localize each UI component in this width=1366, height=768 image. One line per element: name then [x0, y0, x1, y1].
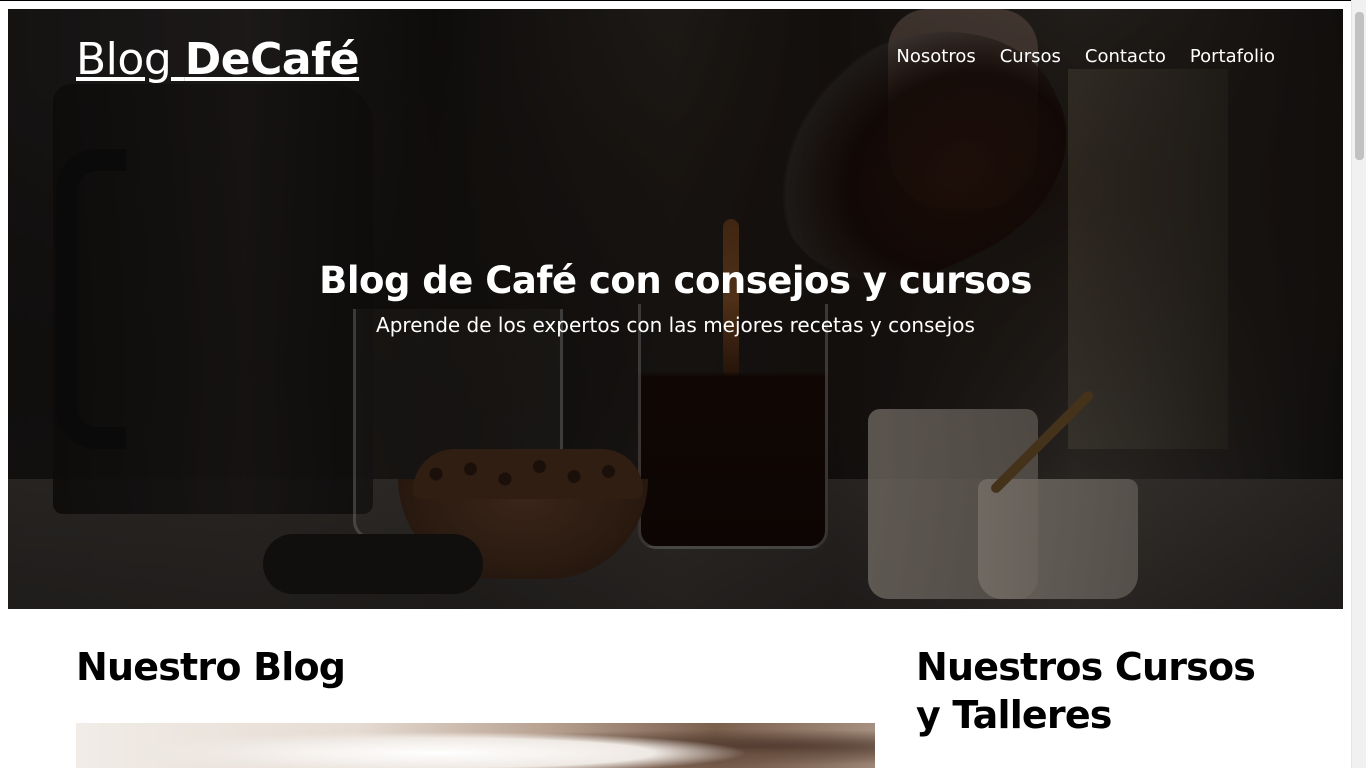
- nav-link-contacto[interactable]: Contacto: [1085, 45, 1166, 69]
- vertical-scrollbar[interactable]: [1351, 0, 1366, 768]
- main-nav: Nosotros Cursos Contacto Portafolio: [896, 45, 1275, 69]
- browser-window: Blog DeCafé Nosotros Cursos Contacto Por…: [0, 0, 1366, 768]
- site-logo[interactable]: Blog DeCafé: [76, 32, 360, 88]
- window-top-border: [0, 0, 1366, 9]
- scrollbar-thumb[interactable]: [1355, 12, 1364, 160]
- nav-link-portafolio[interactable]: Portafolio: [1190, 45, 1275, 69]
- logo-light-text: Blog: [76, 34, 185, 85]
- hero-title: Blog de Café con consejos y cursos: [319, 259, 1032, 302]
- nav-link-nosotros[interactable]: Nosotros: [896, 45, 975, 69]
- hero-section: Blog DeCafé Nosotros Cursos Contacto Por…: [8, 9, 1343, 609]
- blog-post-image[interactable]: [76, 723, 875, 768]
- page: Blog DeCafé Nosotros Cursos Contacto Por…: [8, 9, 1343, 768]
- hero-text: Blog de Café con consejos y cursos Apren…: [8, 257, 1343, 339]
- nav-link-cursos[interactable]: Cursos: [1000, 45, 1061, 69]
- logo-bold-text: DeCafé: [184, 34, 360, 85]
- blog-section-title: Nuestro Blog: [76, 645, 346, 689]
- hero-subtitle: Aprende de los expertos con las mejores …: [376, 313, 975, 337]
- courses-section-title: Nuestros Cursos y Talleres: [916, 645, 1256, 737]
